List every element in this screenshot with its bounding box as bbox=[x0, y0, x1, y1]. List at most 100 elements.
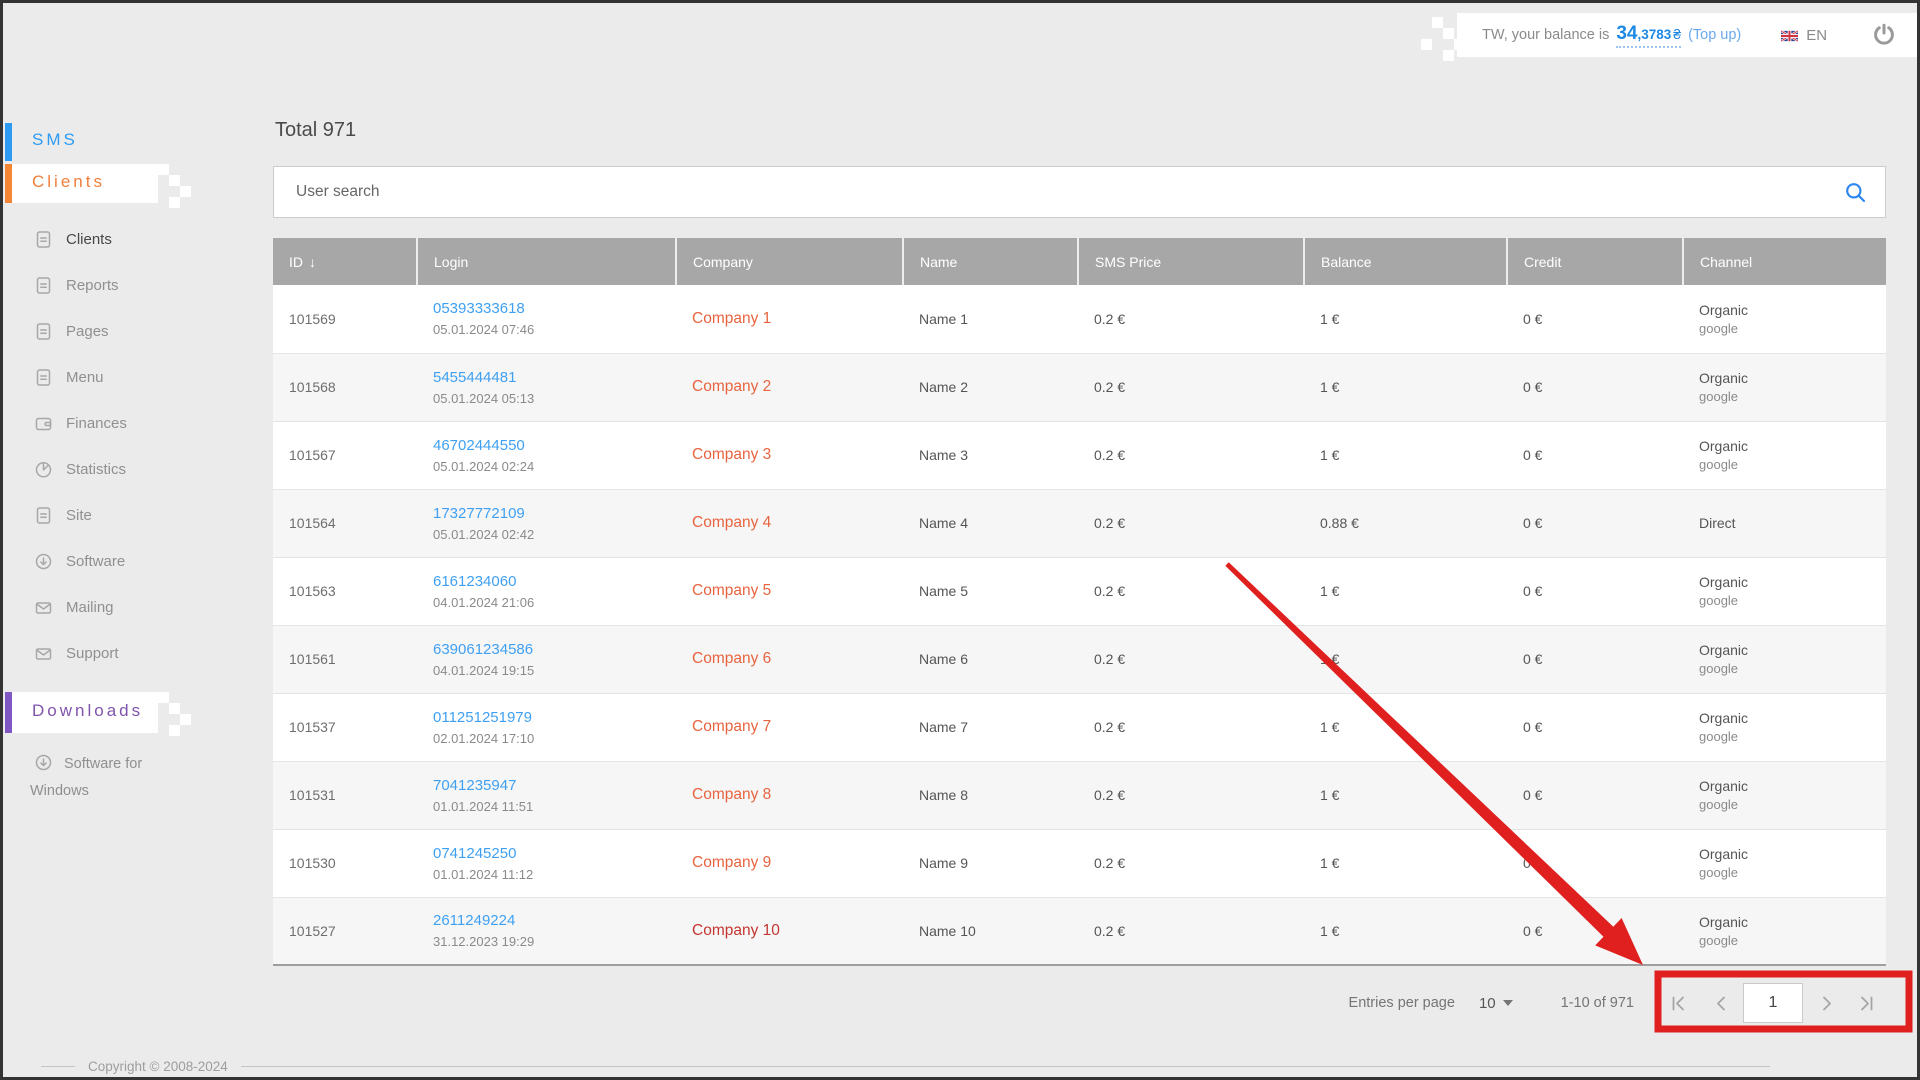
channel-type: Organic bbox=[1699, 370, 1885, 386]
cell-balance: 1 € bbox=[1304, 625, 1507, 693]
sidebar-item-finances[interactable]: Finances bbox=[3, 400, 233, 446]
column-header-name[interactable]: Name bbox=[903, 238, 1078, 285]
table-body: 101569 0539333361805.01.2024 07:46 Compa… bbox=[273, 285, 1886, 965]
cell-login: 261124922431.12.2023 19:29 bbox=[417, 897, 676, 965]
column-header-channel[interactable]: Channel bbox=[1683, 238, 1886, 285]
cell-balance: 1 € bbox=[1304, 829, 1507, 897]
document-icon bbox=[34, 322, 53, 341]
downloads-section-bar bbox=[5, 692, 12, 733]
sidebar-item-mailing[interactable]: Mailing bbox=[3, 584, 233, 630]
login-link[interactable]: 011251251979 bbox=[433, 709, 532, 726]
download-icon bbox=[34, 753, 53, 772]
logout-power-icon[interactable] bbox=[1871, 22, 1897, 48]
company-link[interactable]: Company 10 bbox=[692, 922, 780, 939]
cell-sms-price: 0.2 € bbox=[1078, 625, 1304, 693]
cell-id: 101531 bbox=[273, 761, 417, 829]
column-header-balance[interactable]: Balance bbox=[1304, 238, 1507, 285]
cell-name: Name 7 bbox=[903, 693, 1078, 761]
cell-sms-price: 0.2 € bbox=[1078, 421, 1304, 489]
company-link[interactable]: Company 9 bbox=[692, 854, 771, 871]
cell-login: 0741245250 01.01.2024 11:12 bbox=[417, 829, 676, 897]
next-page-button[interactable] bbox=[1820, 995, 1834, 1012]
entries-per-page-select[interactable]: 10 bbox=[1479, 995, 1513, 1012]
cell-sms-price: 0.2 € bbox=[1078, 285, 1304, 353]
company-link[interactable]: Company 5 bbox=[692, 582, 771, 599]
login-link[interactable]: 46702444550 bbox=[433, 437, 525, 454]
column-header-login[interactable]: Login bbox=[417, 238, 676, 285]
login-link[interactable]: 7041235947 bbox=[433, 777, 516, 794]
login-link[interactable]: 05393333618 bbox=[433, 300, 525, 317]
cell-balance: 0.88 € bbox=[1304, 489, 1507, 557]
cell-channel: Organicgoogle bbox=[1683, 285, 1886, 353]
channel-type: Organic bbox=[1699, 710, 1885, 726]
company-link[interactable]: Company 8 bbox=[692, 786, 771, 803]
search-icon[interactable] bbox=[1844, 181, 1867, 204]
pixel-decoration bbox=[1432, 17, 1443, 28]
sidebar-item-pages[interactable]: Pages bbox=[3, 308, 233, 354]
login-link[interactable]: 0741245250 bbox=[433, 845, 516, 862]
column-header-company[interactable]: Company bbox=[676, 238, 903, 285]
language-selector[interactable]: EN bbox=[1806, 27, 1827, 44]
cell-name: Name 10 bbox=[903, 897, 1078, 965]
sidebar-item-reports[interactable]: Reports bbox=[3, 262, 233, 308]
balance-label: TW, your balance is bbox=[1482, 27, 1609, 43]
company-link[interactable]: Company 1 bbox=[692, 310, 771, 327]
first-page-button[interactable] bbox=[1670, 995, 1688, 1012]
company-link[interactable]: Company 2 bbox=[692, 378, 771, 395]
company-link[interactable]: Company 7 bbox=[692, 718, 771, 735]
sidebar-section-downloads[interactable]: Downloads bbox=[32, 701, 143, 721]
download-icon bbox=[34, 552, 53, 571]
cell-name: Name 2 bbox=[903, 353, 1078, 421]
sidebar-item-clients[interactable]: Clients bbox=[3, 216, 233, 262]
cell-company: Company 8 bbox=[676, 761, 903, 829]
balance-integer: 34 bbox=[1616, 23, 1637, 44]
cell-credit: 0 € bbox=[1507, 761, 1683, 829]
previous-page-button[interactable] bbox=[1714, 995, 1728, 1012]
login-link[interactable]: 2611249224 bbox=[433, 912, 515, 929]
footer-divider bbox=[41, 1066, 75, 1067]
login-link[interactable]: 6161234060 bbox=[433, 573, 516, 590]
cell-channel: Organicgoogle bbox=[1683, 353, 1886, 421]
sidebar-section-clients[interactable]: Clients bbox=[32, 172, 105, 192]
last-page-button[interactable] bbox=[1857, 995, 1875, 1012]
sidebar-section-sms[interactable]: SMS bbox=[32, 130, 78, 150]
cell-credit: 0 € bbox=[1507, 421, 1683, 489]
search-input[interactable] bbox=[294, 182, 1844, 202]
cell-channel: Direct bbox=[1683, 489, 1886, 557]
column-header-id[interactable]: ID↓ bbox=[273, 238, 417, 285]
login-date: 05.01.2024 05:13 bbox=[433, 391, 675, 406]
sidebar-item-support[interactable]: Support bbox=[3, 630, 233, 676]
sidebar-item-software-for-windows[interactable]: Software for Windows bbox=[30, 751, 172, 805]
login-link[interactable]: 17327772109 bbox=[433, 505, 525, 522]
channel-type: Organic bbox=[1699, 846, 1885, 862]
balance-amount[interactable]: 34,3783₴ bbox=[1616, 23, 1681, 48]
login-date: 01.01.2024 11:12 bbox=[433, 867, 675, 882]
cell-sms-price: 0.2 € bbox=[1078, 557, 1304, 625]
entries-per-page-value: 10 bbox=[1479, 995, 1496, 1012]
cell-login: 4670244455005.01.2024 02:24 bbox=[417, 421, 676, 489]
cell-channel: Organicgoogle bbox=[1683, 625, 1886, 693]
sidebar-item-menu[interactable]: Menu bbox=[3, 354, 233, 400]
page-number-input[interactable]: 1 bbox=[1743, 983, 1803, 1023]
cell-credit: 0 € bbox=[1507, 353, 1683, 421]
company-link[interactable]: Company 4 bbox=[692, 514, 771, 531]
login-link[interactable]: 639061234586 bbox=[433, 641, 533, 658]
sidebar-item-label: Statistics bbox=[66, 461, 126, 478]
table-row: 101527 261124922431.12.2023 19:29 Compan… bbox=[273, 897, 1886, 965]
cell-id: 101563 bbox=[273, 557, 417, 625]
sidebar-item-statistics[interactable]: Statistics bbox=[3, 446, 233, 492]
column-header-sms-price[interactable]: SMS Price bbox=[1078, 238, 1304, 285]
column-header-credit[interactable]: Credit bbox=[1507, 238, 1683, 285]
table-header-row: ID↓ Login Company Name SMS Price Balance… bbox=[273, 238, 1886, 285]
company-link[interactable]: Company 3 bbox=[692, 446, 771, 463]
pixel-decoration bbox=[158, 164, 169, 175]
cell-company: Company 10 bbox=[676, 897, 903, 965]
cell-credit: 0 € bbox=[1507, 829, 1683, 897]
sidebar-item-software[interactable]: Software bbox=[3, 538, 233, 584]
login-link[interactable]: 5455444481 bbox=[433, 369, 516, 386]
sms-section-bar bbox=[5, 123, 12, 161]
top-up-link[interactable]: (Top up) bbox=[1688, 27, 1741, 43]
cell-sms-price: 0.2 € bbox=[1078, 693, 1304, 761]
sidebar-item-site[interactable]: Site bbox=[3, 492, 233, 538]
company-link[interactable]: Company 6 bbox=[692, 650, 771, 667]
